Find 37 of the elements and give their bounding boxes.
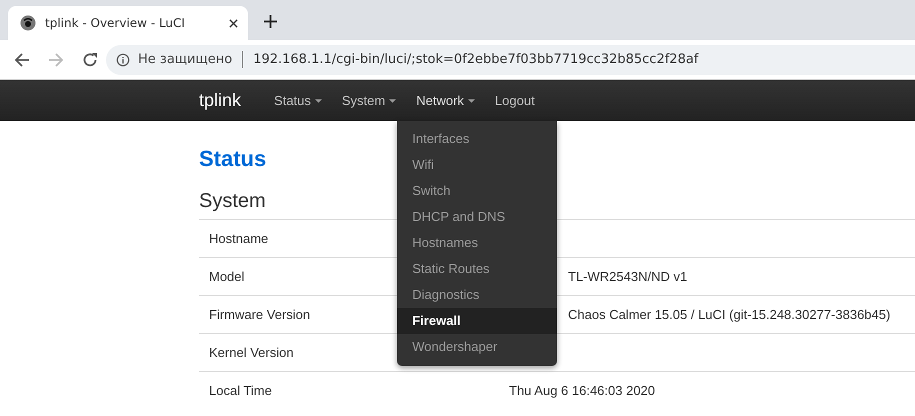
field-label: Local Time <box>209 383 272 398</box>
nav-menu[interactable]: Network <box>406 80 485 121</box>
menu-item[interactable]: Static Routes <box>397 256 558 282</box>
browser-tab[interactable]: tplink - Overview - LuCI <box>8 6 248 40</box>
menu-item[interactable]: Firewall <box>397 308 558 334</box>
menu-item[interactable]: DHCP and DNS <box>397 204 558 230</box>
back-arrow-icon[interactable] <box>14 52 30 68</box>
caret-icon <box>468 98 475 102</box>
reload-icon[interactable] <box>82 52 98 68</box>
address-bar[interactable]: Не защищено 192.168.1.1/cgi-bin/luci/;stok=0f2ebbe7f03bb7719cc32b85cc2f28af <box>106 44 915 74</box>
menu-item[interactable]: Wondershaper <box>397 334 558 360</box>
field-value: Thu Aug 6 16:46:03 2020 <box>509 383 656 398</box>
nav-menu[interactable]: System <box>332 80 406 121</box>
caret-icon <box>314 98 322 102</box>
menu-item[interactable]: Switch <box>397 178 558 204</box>
field-label: Kernel Version <box>209 345 294 360</box>
page-title: Status <box>199 145 266 173</box>
field-value: TL-WR2543N/ND v1 <box>568 269 688 284</box>
field-value: Chaos Calmer 15.05 / LuCI (git-15.248.30277-3836b45) <box>568 307 890 322</box>
menu-item[interactable]: Diagnostics <box>397 282 558 308</box>
new-tab-icon[interactable] <box>264 15 277 28</box>
security-label: Не защищено <box>138 52 232 67</box>
field-label: Firmware Version <box>209 307 310 322</box>
menu-item[interactable]: Wifi <box>397 152 558 178</box>
menu-item[interactable]: Interfaces <box>397 126 558 152</box>
url-text: 192.168.1.1/cgi-bin/luci/;stok=0f2ebbe7f03bb7719cc32b85cc2f28af <box>253 52 698 67</box>
info-icon[interactable] <box>116 52 130 66</box>
field-label: Model <box>209 269 244 284</box>
menu-item[interactable]: Hostnames <box>397 230 558 256</box>
brand-logo[interactable]: tplink <box>199 90 242 111</box>
field-label: Hostname <box>209 231 268 246</box>
nav-menu[interactable]: Logout <box>484 80 545 121</box>
nav-menu[interactable]: Status <box>264 80 332 121</box>
tab-title: tplink - Overview - LuCI <box>45 16 186 30</box>
close-icon[interactable] <box>229 18 238 28</box>
caret-icon <box>389 98 396 102</box>
section-title: System <box>199 189 266 213</box>
